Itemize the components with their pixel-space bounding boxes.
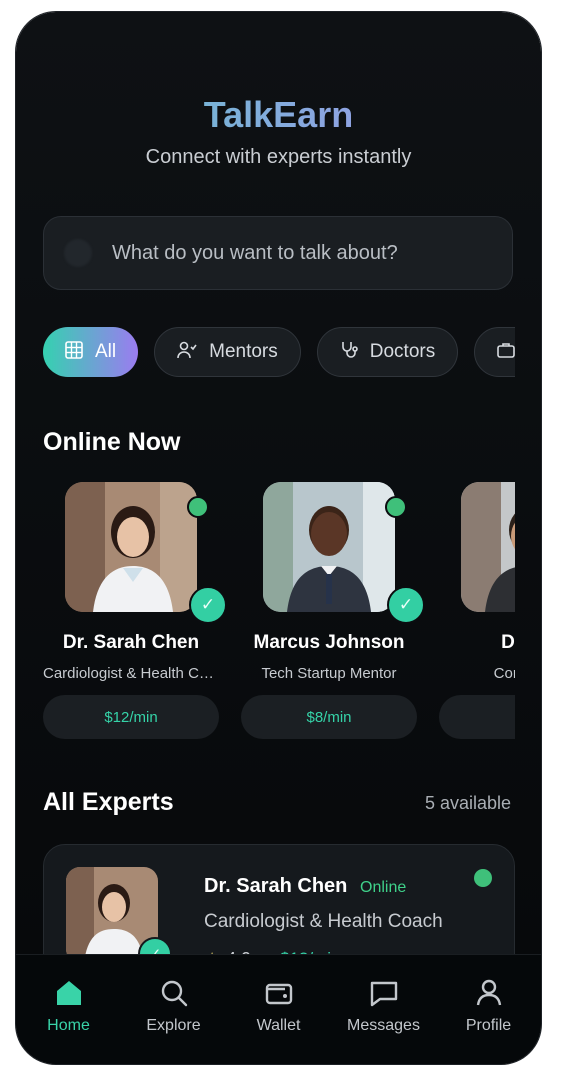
tab-home[interactable]: Home xyxy=(24,977,114,1035)
home-icon xyxy=(56,981,81,1005)
chip-doctors[interactable]: Doctors xyxy=(316,327,459,377)
expert-name: David xyxy=(501,632,515,653)
online-indicator xyxy=(187,496,209,518)
tab-label: Home xyxy=(47,1017,90,1034)
bottom-tab-bar: Home Explore Wallet Messages Profile xyxy=(16,954,541,1064)
online-now-list: ✓ Dr. Sarah Chen Cardiologist & Health C… xyxy=(43,480,515,740)
online-now-title: Online Now xyxy=(43,428,181,456)
expert-role: Cardiologist & Health Coach xyxy=(43,665,219,682)
online-expert-card[interactable]: ✓ Marcus Johnson Tech Startup Mentor $8/… xyxy=(241,480,425,740)
user-icon xyxy=(476,979,501,1006)
grid-icon xyxy=(65,340,83,364)
briefcase-icon xyxy=(497,341,515,364)
category-chips: All Mentors Doctors xyxy=(43,327,515,379)
wallet-icon xyxy=(265,983,292,1005)
message-icon xyxy=(370,981,397,1007)
verified-icon: ✓ xyxy=(387,586,425,624)
app-title: TalkEarn xyxy=(16,94,541,136)
tab-messages[interactable]: Messages xyxy=(339,977,429,1035)
price-button[interactable]: $8/min xyxy=(241,695,417,739)
person-icon xyxy=(177,341,197,364)
search-input[interactable] xyxy=(110,240,512,266)
chip-label: Mentors xyxy=(209,341,278,362)
tab-explore[interactable]: Explore xyxy=(129,977,219,1035)
available-count: 5 available xyxy=(425,793,512,813)
expert-name: Marcus Johnson xyxy=(253,632,405,653)
online-expert-card[interactable]: ✓ Dr. Sarah Chen Cardiologist & Health C… xyxy=(43,480,227,740)
status-badge: Online xyxy=(360,879,407,896)
search-bar[interactable] xyxy=(43,216,513,290)
chip-label: All xyxy=(95,341,117,362)
tab-label: Wallet xyxy=(256,1017,301,1034)
chip-more[interactable] xyxy=(474,327,515,377)
expert-role: Tech Startup Mentor xyxy=(261,665,397,682)
tab-wallet[interactable]: Wallet xyxy=(234,977,324,1035)
verified-icon: ✓ xyxy=(189,586,227,624)
price-button[interactable]: $2 xyxy=(439,695,515,739)
expert-name: Dr. Sarah Chen xyxy=(204,875,348,897)
chip-all[interactable]: All xyxy=(43,327,139,377)
tab-label: Messages xyxy=(347,1017,420,1034)
expert-role: Cardiologist & Health Coach xyxy=(204,911,443,932)
online-indicator xyxy=(474,869,492,887)
avatar xyxy=(461,482,515,612)
chip-label: Doctors xyxy=(369,341,436,362)
online-indicator xyxy=(385,496,407,518)
online-expert-card[interactable]: David Corporate $2 xyxy=(439,480,515,740)
price-button[interactable]: $12/min xyxy=(43,695,219,739)
avatar xyxy=(65,482,197,612)
expert-name: Dr. Sarah Chen xyxy=(62,632,200,653)
tab-profile[interactable]: Profile xyxy=(444,977,534,1035)
stethoscope-icon xyxy=(340,341,358,364)
search-icon xyxy=(161,980,187,1007)
tab-label: Explore xyxy=(146,1017,201,1034)
search-icon xyxy=(64,239,92,267)
tab-label: Profile xyxy=(465,1017,512,1034)
avatar xyxy=(263,482,395,612)
all-experts-title: All Experts xyxy=(43,788,174,816)
expert-role: Corporate xyxy=(493,665,515,682)
app-subtitle: Connect with experts instantly xyxy=(145,146,412,168)
phone-screen: TalkEarn Connect with experts instantly … xyxy=(16,12,541,1064)
chip-mentors[interactable]: Mentors xyxy=(154,327,301,377)
